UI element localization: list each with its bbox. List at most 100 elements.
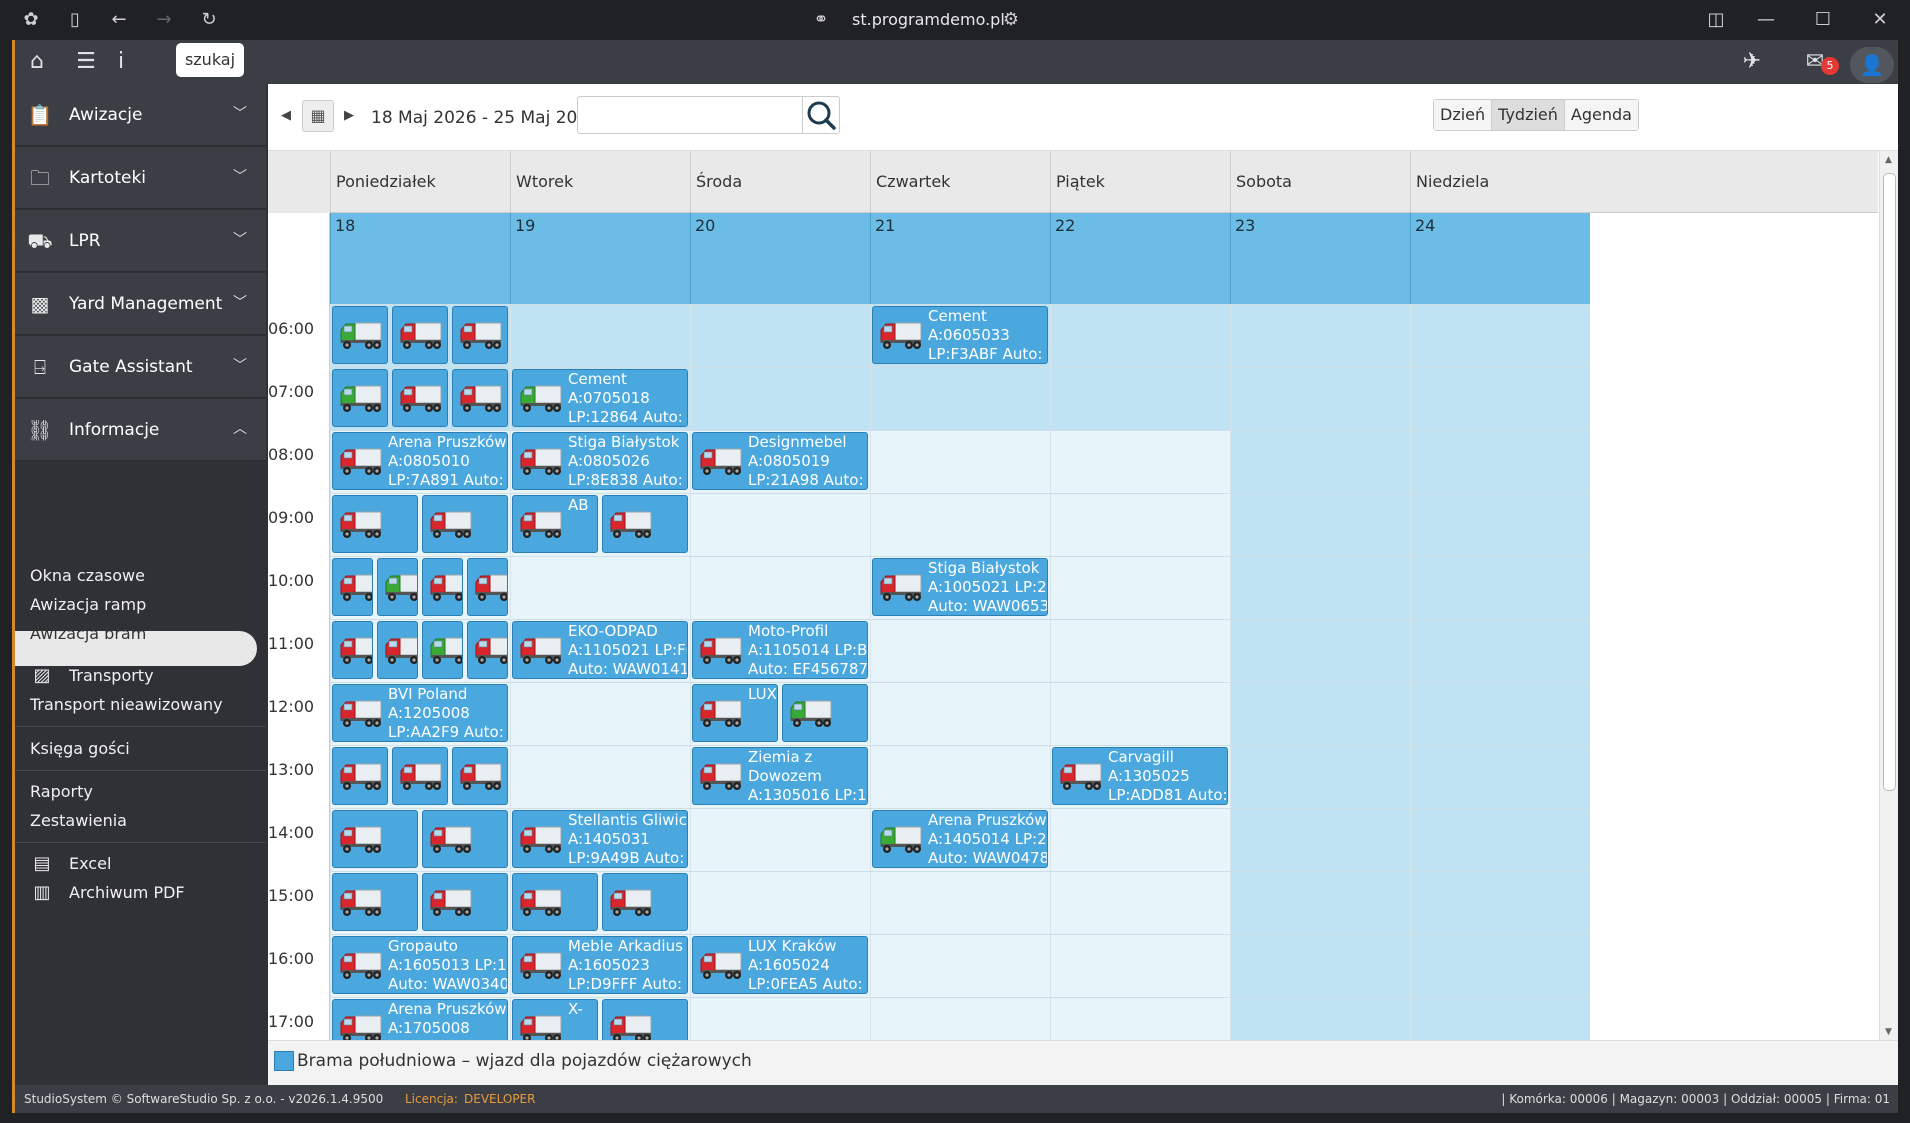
time-slot[interactable] xyxy=(870,619,1050,682)
booking-event[interactable] xyxy=(332,747,388,805)
sidebar-item-transporty[interactable]: Transporty xyxy=(69,664,154,688)
booking-event[interactable]: Designmebel A:0805019 LP:21A98 Auto: xyxy=(692,432,868,490)
booking-event[interactable] xyxy=(452,747,508,805)
time-slot[interactable] xyxy=(1230,997,1410,1040)
sidebar-item-transport-nieawizowany[interactable]: Transport nieawizowany xyxy=(30,693,223,717)
sidebar-menu-yard-management[interactable]: ▩ Yard Management ﹀ xyxy=(15,273,266,335)
info-icon[interactable]: i xyxy=(109,48,133,76)
time-slot[interactable] xyxy=(870,934,1050,997)
time-slot[interactable] xyxy=(1410,367,1590,430)
day-header-7[interactable]: Niedziela xyxy=(1410,151,1590,213)
chevron-up-icon[interactable]: ︿ xyxy=(233,417,247,441)
sidebar-item-ksiega-gosci[interactable]: Księga gości xyxy=(30,737,130,761)
site-settings-icon[interactable]: ⚙ xyxy=(1000,9,1022,31)
booking-event[interactable]: Arena PruszkówA:1405014 LP:2F087Auto: WA… xyxy=(872,810,1048,868)
booking-event[interactable] xyxy=(602,495,688,553)
day-header-5[interactable]: Piątek xyxy=(1050,151,1230,213)
time-slot[interactable] xyxy=(1050,430,1230,493)
time-slot[interactable] xyxy=(1230,367,1410,430)
time-slot[interactable] xyxy=(1410,304,1590,367)
sidebar-menu-kartoteki[interactable]: 🗀 Kartoteki ﹀ xyxy=(15,147,266,209)
view-week-button[interactable]: Tydzień xyxy=(1492,100,1565,130)
booking-event[interactable]: Arena Pruszków A:0805010 LP:7A891 Auto: xyxy=(332,432,508,490)
close-icon[interactable]: ✕ xyxy=(1869,9,1891,31)
booking-event[interactable] xyxy=(422,873,508,931)
booking-event[interactable] xyxy=(332,810,418,868)
booking-event[interactable]: Cement A:0705018 LP:12864 Auto: xyxy=(512,369,688,427)
calendar-picker-icon[interactable]: ▦ xyxy=(302,100,334,132)
time-slot[interactable] xyxy=(690,304,870,367)
time-slot[interactable] xyxy=(1230,682,1410,745)
menu-collapse-icon[interactable]: ☰ xyxy=(71,48,101,76)
booking-event[interactable]: LUX Kraków A:1605024 LP:0FEA5 Auto: xyxy=(692,936,868,994)
time-slot[interactable] xyxy=(1410,871,1590,934)
date-cell-4[interactable]: 21 xyxy=(870,213,1050,304)
search-button[interactable]: szukaj xyxy=(176,43,244,77)
time-slot[interactable] xyxy=(1230,430,1410,493)
booking-event[interactable] xyxy=(782,684,868,742)
booking-event[interactable] xyxy=(467,621,508,679)
date-cell-3[interactable]: 20 xyxy=(690,213,870,304)
booking-event[interactable] xyxy=(467,558,508,616)
sidebar-toggle-icon[interactable]: ▯ xyxy=(64,9,86,31)
address-bar[interactable]: st.programdemo.pl xyxy=(852,9,1005,31)
time-slot[interactable] xyxy=(1410,619,1590,682)
booking-event[interactable]: GropautoA:1605013 LP:1402CAuto: WAW0340 xyxy=(332,936,508,994)
sidebar-menu-informacje[interactable]: ⛓ Informacje ︿ xyxy=(15,399,266,461)
time-slot[interactable] xyxy=(690,997,870,1040)
booking-event[interactable] xyxy=(377,621,418,679)
chevron-down-icon[interactable]: ﹀ xyxy=(233,354,247,378)
time-slot[interactable] xyxy=(1410,682,1590,745)
time-slot[interactable] xyxy=(1050,556,1230,619)
time-slot[interactable] xyxy=(870,367,1050,430)
booking-event[interactable]: Meble Arkadius A:1605023 LP:D9FFF Auto: xyxy=(512,936,688,994)
booking-event[interactable] xyxy=(332,495,418,553)
sidebar-item-okna-czasowe[interactable]: Okna czasowe xyxy=(30,564,145,588)
chevron-down-icon[interactable]: ﹀ xyxy=(233,102,247,126)
time-slot[interactable] xyxy=(1230,808,1410,871)
booking-event[interactable]: X- xyxy=(512,999,598,1040)
reload-icon[interactable]: ↻ xyxy=(198,9,220,31)
time-slot[interactable] xyxy=(690,808,870,871)
time-slot[interactable] xyxy=(1410,745,1590,808)
booking-event[interactable] xyxy=(392,747,448,805)
booking-event[interactable] xyxy=(602,999,688,1040)
booking-event[interactable]: Stiga BiałystokA:1005021 LP:2E0D1Auto: W… xyxy=(872,558,1048,616)
scrollbar-thumb[interactable] xyxy=(1883,173,1896,791)
booking-event[interactable] xyxy=(332,621,373,679)
chevron-down-icon[interactable]: ﹀ xyxy=(233,228,247,252)
date-cell-1[interactable]: 18 xyxy=(330,213,510,304)
sidebar-item-awizacja-bram[interactable]: Awizacja bram xyxy=(30,622,146,646)
time-slot[interactable] xyxy=(1410,934,1590,997)
scroll-up-icon[interactable]: ▲ xyxy=(1885,155,1892,165)
maximize-icon[interactable]: ☐ xyxy=(1812,9,1834,31)
browser-logo-icon[interactable]: ✿ xyxy=(20,9,42,31)
time-slot[interactable] xyxy=(1230,556,1410,619)
time-slot[interactable] xyxy=(1230,304,1410,367)
booking-event[interactable]: BVI Poland A:1205008 LP:AA2F9 Auto: xyxy=(332,684,508,742)
booking-event[interactable] xyxy=(512,873,598,931)
time-slot[interactable] xyxy=(1050,934,1230,997)
vertical-scrollbar[interactable]: ▲ ▼ xyxy=(1879,151,1898,1040)
booking-event[interactable] xyxy=(422,558,463,616)
time-slot[interactable] xyxy=(690,556,870,619)
time-slot[interactable] xyxy=(1050,619,1230,682)
time-slot[interactable] xyxy=(870,871,1050,934)
home-icon[interactable]: ⌂ xyxy=(22,48,52,76)
booking-event[interactable]: Stiga Białystok A:0805026 LP:8E838 Auto: xyxy=(512,432,688,490)
sidebar-menu-gate-assistant[interactable]: ⍈ Gate Assistant ﹀ xyxy=(15,336,266,398)
sidebar-menu-awizacje[interactable]: 📋 Awizacje ﹀ xyxy=(15,84,266,146)
time-slot[interactable] xyxy=(510,745,690,808)
booking-event[interactable]: Ziemia zDowozemA:1305016 LP:1B28A xyxy=(692,747,868,805)
time-slot[interactable] xyxy=(1050,871,1230,934)
time-slot[interactable] xyxy=(870,997,1050,1040)
booking-event[interactable]: Stellantis Gliwice A:1405031 LP:9A49B Auto… xyxy=(512,810,688,868)
date-cell-6[interactable]: 23 xyxy=(1230,213,1410,304)
user-avatar-icon[interactable]: 👤 xyxy=(1850,47,1894,83)
booking-event[interactable] xyxy=(332,558,373,616)
booking-event[interactable] xyxy=(452,369,508,427)
time-slot[interactable] xyxy=(690,367,870,430)
time-slot[interactable] xyxy=(510,682,690,745)
time-slot[interactable] xyxy=(1050,304,1230,367)
time-slot[interactable] xyxy=(1050,808,1230,871)
